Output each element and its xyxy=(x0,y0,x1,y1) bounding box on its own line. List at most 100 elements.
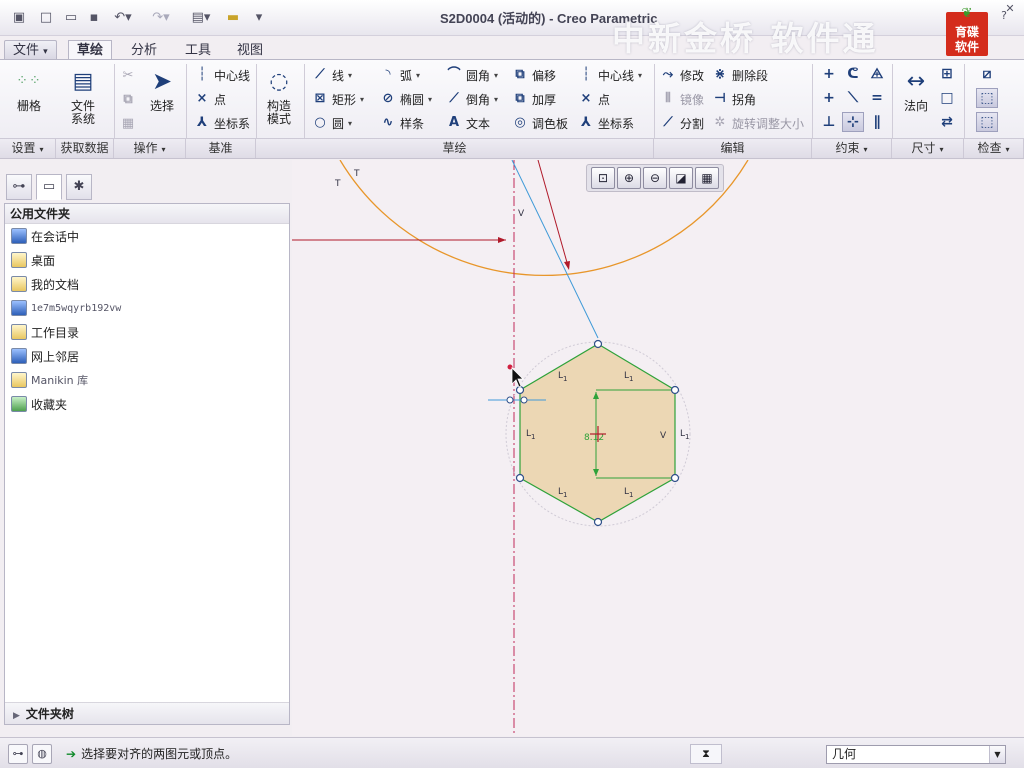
shade-closed-loops-button[interactable]: ⬚ xyxy=(976,112,998,132)
window-icon[interactable]: ▤▾ xyxy=(186,8,216,26)
selection-filter[interactable]: 几何 ▼ xyxy=(826,745,1006,764)
vertical-constraint-button[interactable]: + xyxy=(818,64,840,84)
modify-button[interactable]: ⤳ 修改 xyxy=(660,65,704,85)
grid-button[interactable]: ⁘⁘ 栅格 xyxy=(8,66,50,113)
normal-dimension-button[interactable]: ↔ 法向 xyxy=(898,66,934,113)
navigator-toggle-icon[interactable]: ⊶ xyxy=(8,744,28,764)
tangent-constraint-button[interactable]: ᕦ xyxy=(842,64,864,84)
favorites-tab[interactable]: ✱ xyxy=(66,174,92,200)
sketch-centerline-button[interactable]: ┆ 中心线 ▾ xyxy=(578,65,642,85)
save-icon[interactable]: ▪ xyxy=(86,8,102,26)
vertex-point[interactable] xyxy=(670,473,680,483)
delete-segment-button[interactable]: ⋇ 删除段 xyxy=(712,65,768,85)
offset-button[interactable]: ⧉ 偏移 xyxy=(512,65,556,85)
sketch-canvas[interactable]: T T V 8.12 L1 L1 L1 L1 L1 L1 V xyxy=(292,160,1024,736)
sketch-view-icon[interactable]: ◪ xyxy=(669,167,693,189)
copy-button[interactable]: ⧉ xyxy=(120,90,140,110)
folder-favorites[interactable]: 收藏夹 xyxy=(5,392,289,416)
text-button[interactable]: A 文本 xyxy=(446,113,490,133)
folder-icon[interactable]: ▬ xyxy=(224,8,242,26)
divide-button[interactable]: ⟋ 分割 xyxy=(660,113,704,133)
zoom-out-icon[interactable]: ⊖ xyxy=(643,167,667,189)
sketch-coord-sys-button[interactable]: ⅄ 坐标系 xyxy=(578,113,634,133)
folder-tree-toggle[interactable]: ▶ 文件夹树 xyxy=(5,702,289,724)
line-button[interactable]: ⟋ 线 ▾ xyxy=(312,65,352,85)
ellipse-button[interactable]: ⊘ 椭圆 ▾ xyxy=(380,89,432,109)
vertex-point[interactable] xyxy=(520,396,528,404)
browser-toggle-icon[interactable]: ◍ xyxy=(32,744,52,764)
redo-icon[interactable]: ↷▾ xyxy=(148,8,174,26)
palette-button[interactable]: ◎ 调色板 xyxy=(512,113,568,133)
undo-icon[interactable]: ↶▾ xyxy=(110,8,136,26)
customize-icon[interactable]: ▾ xyxy=(252,8,266,26)
rotate-resize-button[interactable]: ✲ 旋转调整大小 xyxy=(712,113,804,133)
zoom-in-icon[interactable]: ⊕ xyxy=(617,167,641,189)
vertex-point[interactable] xyxy=(515,385,525,395)
rectangle-button[interactable]: ⊠ 矩形 ▾ xyxy=(312,89,364,109)
group-inspect[interactable]: 检查 ▾ xyxy=(964,138,1024,158)
folder-network[interactable]: 网上邻居 xyxy=(5,344,289,368)
spline-button[interactable]: ∿ 样条 xyxy=(380,113,424,133)
parallel-constraint-button[interactable]: ∥ xyxy=(866,112,888,132)
perimeter-button[interactable]: ⊞ xyxy=(936,64,958,84)
folder-manikin[interactable]: Manikin 库 xyxy=(5,368,289,392)
new-icon[interactable]: □ xyxy=(38,8,54,26)
model-tree-tab[interactable]: ⊶ xyxy=(6,174,32,200)
open-icon[interactable]: ▭ xyxy=(62,8,80,26)
tab-tools[interactable]: 工具 xyxy=(176,40,220,60)
vertex-point[interactable] xyxy=(593,339,603,349)
corner-button[interactable]: ⊣ 拐角 xyxy=(712,89,756,109)
chamfer-button[interactable]: ⟋ 倒角 ▾ xyxy=(446,89,498,109)
tab-view[interactable]: 视图 xyxy=(228,40,272,60)
construction-mode-button[interactable]: ◌ 构造 模式 xyxy=(260,66,298,126)
folder-browser-tab[interactable]: ▭ xyxy=(36,174,62,200)
equal-constraint-button[interactable]: = xyxy=(866,88,888,108)
folder-desktop[interactable]: 桌面 xyxy=(5,248,289,272)
cut-button[interactable]: ✂ xyxy=(120,66,140,86)
sketcher-display-icon[interactable]: ▦ xyxy=(695,167,719,189)
folder-my-documents[interactable]: 我的文档 xyxy=(5,272,289,296)
folder-computer[interactable]: 1e7m5wqyrb192vw xyxy=(5,296,289,320)
tab-sketch[interactable]: 草绘 xyxy=(68,40,113,60)
group-setup[interactable]: 设置 ▾ xyxy=(0,138,56,158)
thicken-button[interactable]: ⧉ 加厚 xyxy=(512,89,556,109)
reference-button[interactable]: ⇄ xyxy=(936,112,958,132)
filter-icon[interactable]: ⧗ xyxy=(690,744,722,764)
perpendicular-constraint-button[interactable]: ⊥ xyxy=(818,112,840,132)
symmetric-constraint-button[interactable]: ⊹ xyxy=(842,112,864,132)
coincident-constraint-button[interactable]: ⟍ xyxy=(842,88,864,108)
vertex-point[interactable] xyxy=(515,473,525,483)
folder-in-session[interactable]: 在会话中 xyxy=(5,224,289,248)
group-operations[interactable]: 操作 ▾ xyxy=(114,138,186,158)
vertex-point[interactable] xyxy=(506,396,514,404)
datum-point-button[interactable]: × 点 xyxy=(194,89,226,109)
mirror-button[interactable]: ⫴ 镜像 xyxy=(660,89,704,109)
mirror-icon: ⫴ xyxy=(665,91,671,106)
overlap-geometry-button[interactable]: ⧄ xyxy=(976,64,998,84)
group-constrain[interactable]: 约束 ▾ xyxy=(812,138,892,158)
midpoint-constraint-button[interactable]: ⨹ xyxy=(866,64,888,84)
datum-coord-sys-button[interactable]: ⅄ 坐标系 xyxy=(194,113,250,133)
circle-button[interactable]: ○ 圆 ▾ xyxy=(312,113,352,133)
datum-centerline-button[interactable]: ┆ 中心线 xyxy=(194,65,250,85)
file-system-button[interactable]: ▤ 文件 系统 xyxy=(62,66,104,126)
highlight-open-ends-button[interactable]: ⬚ xyxy=(976,88,998,108)
tab-file[interactable]: 文件 ▾ xyxy=(4,40,57,60)
app-icon[interactable]: ▣ xyxy=(10,8,28,26)
select-button[interactable]: ➤ 选择 xyxy=(144,66,180,113)
tab-analysis[interactable]: 分析 xyxy=(122,40,166,60)
folder-working-directory[interactable]: 工作目录 xyxy=(5,320,289,344)
fillet-button[interactable]: ⌒ 圆角 ▾ xyxy=(446,65,498,85)
paste-button[interactable]: ▦ xyxy=(120,114,140,134)
graphics-window[interactable]: T T V 8.12 L1 L1 L1 L1 L1 L1 V ⊡ ⊕ ⊖ ◪ ▦ xyxy=(292,160,1024,736)
group-dimension[interactable]: 尺寸 ▾ xyxy=(892,138,964,158)
close-icon[interactable]: ✕ xyxy=(1002,2,1018,16)
arc-button[interactable]: ◝ 弧 ▾ xyxy=(380,65,420,85)
baseline-button[interactable]: □ xyxy=(936,88,958,108)
vertex-point[interactable] xyxy=(593,517,603,527)
group-get-data[interactable]: 获取数据 xyxy=(56,138,114,158)
sketch-point-button[interactable]: × 点 xyxy=(578,89,610,109)
horizontal-constraint-button[interactable]: + xyxy=(818,88,840,108)
refit-icon[interactable]: ⊡ xyxy=(591,167,615,189)
vertex-point[interactable] xyxy=(670,385,680,395)
